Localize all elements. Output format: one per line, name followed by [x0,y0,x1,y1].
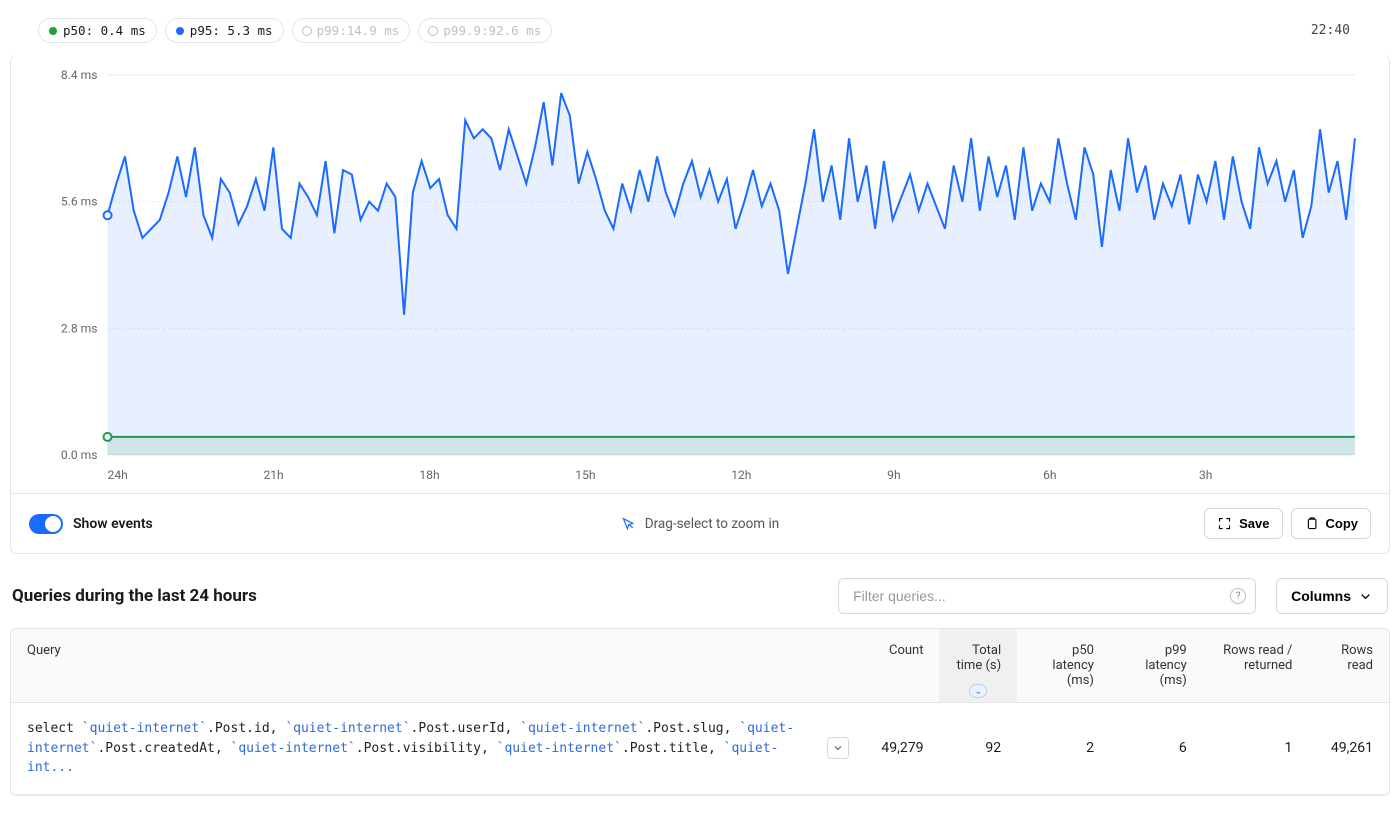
queries-table: Query Count Total time (s) ⌄ p50 latency… [10,628,1390,796]
th-rows-ratio[interactable]: Rows read / returned [1203,629,1309,703]
legend-p999-label: p99.9:92.6 ms [443,23,541,38]
legend-p50[interactable]: p50: 0.4 ms [38,18,157,43]
sort-indicator-icon: ⌄ [969,684,987,698]
clipboard-icon [1304,516,1319,531]
svg-text:18h: 18h [419,468,439,482]
cell-p99: 6 [1110,703,1203,795]
queries-title: Queries during the last 24 hours [12,586,257,606]
svg-text:2.8 ms: 2.8 ms [61,321,98,335]
svg-text:8.4 ms: 8.4 ms [61,68,98,82]
table-header-row: Query Count Total time (s) ⌄ p50 latency… [11,629,1389,703]
show-events-toggle[interactable] [29,514,63,534]
fullscreen-icon [1217,516,1232,531]
svg-text:9h: 9h [887,468,900,482]
dot-p95 [176,27,184,35]
cell-p50: 2 [1017,703,1110,795]
svg-text:21h: 21h [263,468,283,482]
svg-text:12h: 12h [731,468,751,482]
latency-chart[interactable]: 0.0 ms 2.8 ms 5.6 ms 8.4 ms 24h 21h 18h 15h 12h 9… [35,67,1365,487]
dot-p50 [49,27,57,35]
chart-footer: Show events Drag-select to zoom in Save … [11,493,1389,553]
cell-total_time: 92 [939,703,1017,795]
query-sql: select `quiet-internet`.Post.id, `quiet-… [27,719,817,778]
zoom-hint: Drag-select to zoom in [621,516,779,532]
svg-text:3h: 3h [1199,468,1212,482]
legend-p95-label: p95: 5.3 ms [190,23,273,38]
cell-rows_read: 49,261 [1308,703,1389,795]
chevron-down-icon [1358,589,1373,604]
time-label: 22:40 [1311,23,1362,38]
svg-text:5.6 ms: 5.6 ms [61,195,98,209]
cell-rows_ratio: 1 [1203,703,1309,795]
legend-p95[interactable]: p95: 5.3 ms [165,18,284,43]
legend-p99[interactable]: p99:14.9 ms [292,18,411,43]
th-rows-read[interactable]: Rows read [1308,629,1389,703]
queries-header: Queries during the last 24 hours ? Colum… [10,578,1390,628]
cursor-icon [621,516,637,532]
svg-text:24h: 24h [108,468,128,482]
svg-text:6h: 6h [1043,468,1056,482]
dot-p99 [303,27,311,35]
legend-p999[interactable]: p99.9:92.6 ms [418,18,552,43]
filter-queries-input[interactable] [838,578,1256,614]
cell-count: 49,279 [865,703,939,795]
legend-row: p50: 0.4 ms p95: 5.3 ms p99:14.9 ms p99.… [10,12,1390,55]
filter-wrap: ? [838,578,1256,614]
svg-text:0.0 ms: 0.0 ms [61,448,98,462]
th-p99[interactable]: p99 latency (ms) [1110,629,1203,703]
save-button[interactable]: Save [1204,508,1282,539]
copy-button[interactable]: Copy [1291,508,1372,539]
th-count[interactable]: Count [865,629,939,703]
svg-text:15h: 15h [575,468,595,482]
expand-row-button[interactable] [827,737,849,759]
chart-area[interactable]: 0.0 ms 2.8 ms 5.6 ms 8.4 ms 24h 21h 18h 15h 12h 9… [11,55,1389,493]
th-p50[interactable]: p50 latency (ms) [1017,629,1110,703]
th-total-time[interactable]: Total time (s) ⌄ [939,629,1017,703]
dot-p999 [429,27,437,35]
legend-p99-label: p99:14.9 ms [317,23,400,38]
latency-chart-card: 0.0 ms 2.8 ms 5.6 ms 8.4 ms 24h 21h 18h 15h 12h 9… [10,55,1390,554]
columns-button[interactable]: Columns [1276,578,1388,614]
legend-p50-label: p50: 0.4 ms [63,23,146,38]
table-row[interactable]: select `quiet-internet`.Post.id, `quiet-… [11,703,1389,795]
th-query[interactable]: Query [11,629,865,703]
help-icon[interactable]: ? [1230,588,1246,604]
show-events-label: Show events [73,516,153,532]
